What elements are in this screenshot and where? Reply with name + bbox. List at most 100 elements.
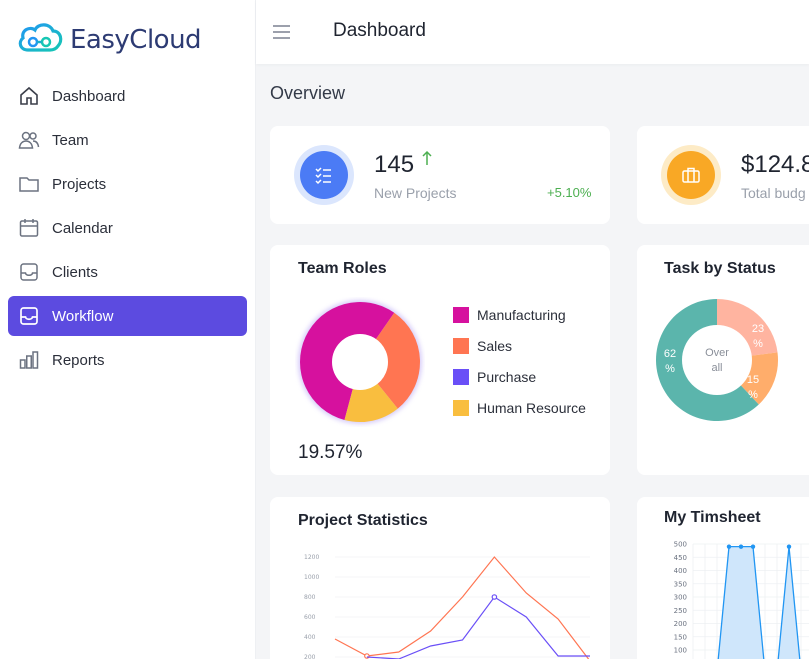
legend-label: Sales — [477, 337, 513, 354]
sidebar-item-label: Projects — [52, 175, 107, 193]
top-bar: Dashboard — [256, 0, 809, 64]
sidebar-item-workflow[interactable]: Workflow — [8, 296, 247, 336]
y-tick-label: 200 — [304, 654, 316, 659]
timesheet-card: My Timsheet 500 450 400 350 300 250 200 150 100 — [637, 497, 809, 659]
y-tick-label: 450 — [674, 554, 687, 562]
legend-swatch — [453, 368, 469, 385]
stat-card-new-projects: 145 New Projects +5.10% — [270, 126, 610, 224]
calendar-icon — [18, 217, 40, 239]
y-tick-label: 500 — [674, 541, 687, 549]
sidebar-item-projects[interactable]: Projects — [8, 164, 247, 204]
legend-swatch — [453, 399, 469, 416]
bar-chart-icon — [18, 349, 40, 371]
card-title: Task by Status — [664, 260, 776, 277]
legend-swatch — [453, 306, 469, 323]
sidebar-nav: Dashboard Team Projects Calendar Clients — [8, 76, 247, 384]
sidebar-item-dashboard[interactable]: Dashboard — [8, 76, 247, 116]
card-title: My Timsheet — [664, 509, 761, 526]
section-title: Overview — [270, 83, 346, 103]
sidebar-item-label: Workflow — [52, 307, 114, 325]
team-roles-percent: 19.57% — [298, 442, 363, 463]
y-tick-label: 400 — [674, 567, 687, 575]
center-label: Over — [705, 347, 729, 359]
folder-icon — [18, 173, 40, 195]
sidebar-item-clients[interactable]: Clients — [8, 252, 247, 292]
y-tick-label: 350 — [674, 580, 687, 588]
area-fill — [718, 546, 800, 659]
data-point — [786, 544, 792, 549]
inbox-icon — [18, 305, 40, 327]
y-tick-label: 200 — [674, 620, 687, 628]
page-title: Dashboard — [333, 20, 426, 41]
app-name: EasyCloud — [70, 24, 202, 55]
data-point — [726, 544, 732, 549]
team-roles-donut-chart — [298, 300, 422, 424]
sidebar-item-label: Dashboard — [52, 87, 126, 105]
data-point — [750, 544, 756, 549]
y-tick-label: 1000 — [304, 574, 319, 581]
slice-label: 62 — [664, 348, 676, 360]
legend-label: Human Resource — [477, 399, 586, 416]
team-roles-card: Team Roles Manufacturing Sales Purchase … — [270, 245, 610, 475]
slice-label: % — [665, 363, 675, 375]
card-title: Team Roles — [298, 260, 387, 277]
slice-label: % — [753, 338, 763, 350]
stat-label: Total budg — [741, 185, 806, 201]
sidebar-item-label: Calendar — [52, 219, 113, 237]
timesheet-area-chart: 500 450 400 350 300 250 200 150 100 — [674, 541, 809, 659]
slice-label: 15 — [747, 374, 759, 386]
menu-icon[interactable] — [272, 22, 292, 42]
stat-change: +5.10% — [547, 185, 592, 200]
y-tick-label: 800 — [304, 594, 316, 601]
briefcase-icon — [667, 151, 715, 199]
home-icon — [18, 85, 40, 107]
slice-label: 23 — [752, 323, 764, 335]
donut-hole — [682, 325, 752, 395]
donut-hole — [332, 334, 388, 390]
y-tick-label: 300 — [674, 594, 687, 602]
sidebar-item-team[interactable]: Team — [8, 120, 247, 160]
task-by-status-card: Task by Status Over all 62 % 23 % 15 % — [637, 245, 809, 475]
series-line — [334, 556, 590, 659]
task-status-donut-chart: Over all 62 % 23 % 15 % — [656, 299, 778, 421]
stat-icon-wrapper — [294, 145, 354, 205]
users-icon — [18, 129, 40, 151]
data-point — [738, 544, 744, 549]
sidebar-item-label: Team — [52, 131, 89, 149]
sidebar-item-calendar[interactable]: Calendar — [8, 208, 247, 248]
legend-item: Sales — [453, 330, 586, 361]
legend-label: Manufacturing — [477, 306, 566, 323]
sidebar-item-label: Reports — [52, 351, 105, 369]
project-statistics-card: Project Statistics 1200 1000 800 600 400 200 — [270, 497, 610, 659]
y-tick-label: 250 — [674, 607, 687, 615]
y-tick-label: 600 — [304, 614, 316, 621]
y-tick-label: 100 — [674, 647, 687, 655]
stat-label: New Projects — [374, 185, 457, 201]
team-roles-legend: Manufacturing Sales Purchase Human Resou… — [453, 299, 586, 423]
slice-label: % — [748, 389, 758, 401]
legend-item: Purchase — [453, 361, 586, 392]
y-tick-label: 1200 — [304, 554, 319, 561]
series-line — [366, 596, 590, 659]
stat-icon-wrapper — [661, 145, 721, 205]
y-tick-label: 150 — [674, 633, 687, 641]
project-statistics-line-chart: 1200 1000 800 600 400 200 — [304, 554, 590, 659]
legend-swatch — [453, 337, 469, 354]
card-title: Project Statistics — [298, 512, 428, 529]
stat-value: 145 — [374, 151, 415, 178]
legend-item: Manufacturing — [453, 299, 586, 330]
sidebar: EasyCloud Dashboard Team Projects Calend… — [0, 0, 256, 659]
sidebar-item-reports[interactable]: Reports — [8, 340, 247, 380]
arrow-up-icon — [422, 150, 432, 171]
checklist-icon — [300, 151, 348, 199]
logo[interactable]: EasyCloud — [16, 20, 202, 59]
sidebar-item-label: Clients — [52, 263, 98, 281]
data-point — [491, 594, 498, 600]
stat-value: $124.8 — [741, 151, 809, 178]
cloud-logo-icon — [16, 20, 64, 59]
center-label: all — [711, 362, 722, 374]
stat-card-total-budget: $124.8 Total budg — [637, 126, 809, 224]
legend-item: Human Resource — [453, 392, 586, 423]
inbox-icon — [18, 261, 40, 283]
legend-label: Purchase — [477, 368, 537, 385]
